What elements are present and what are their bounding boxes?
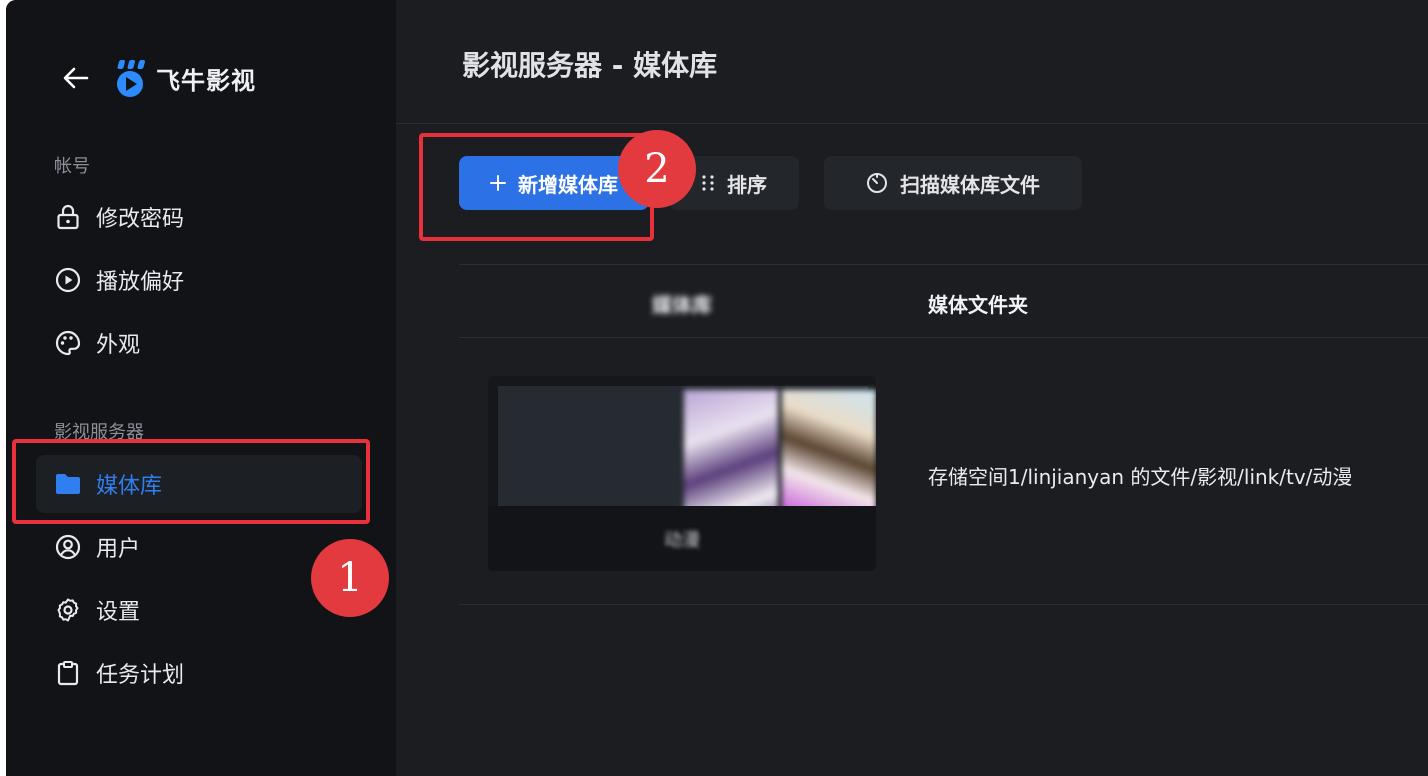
section-label-account: 帐号 xyxy=(54,156,90,177)
feiniu-logo-icon xyxy=(117,60,145,97)
app-name: 飞牛影视 xyxy=(156,66,256,95)
poster-thumbnail xyxy=(782,390,876,516)
media-folder-path: 存储空间1/linjianyan 的文件/影视/link/tv/动漫 xyxy=(928,465,1353,489)
scan-timer-icon xyxy=(866,172,888,194)
back-arrow-icon[interactable] xyxy=(62,64,90,92)
gear-icon xyxy=(54,596,82,624)
page-title: 影视服务器 - 媒体库 xyxy=(462,49,718,82)
sidebar: 飞牛影视 帐号 修改密码 播放偏好 外观 影视服务器 媒体库 用户 设置 任务计… xyxy=(6,0,396,776)
user-circle-icon xyxy=(54,533,82,561)
card-cover-area xyxy=(498,386,876,516)
table-header-divider xyxy=(459,337,1428,338)
poster-thumbnail xyxy=(684,390,778,516)
sidebar-item-playback-preferences[interactable]: 播放偏好 xyxy=(36,251,362,309)
media-library-card[interactable]: 动漫 xyxy=(488,376,876,571)
table-bottom-divider xyxy=(459,604,1428,605)
sidebar-item-label: 任务计划 xyxy=(96,663,185,688)
app-window: 飞牛影视 帐号 修改密码 播放偏好 外观 影视服务器 媒体库 用户 设置 任务计… xyxy=(6,0,1428,776)
sidebar-item-label: 用户 xyxy=(96,537,141,562)
sidebar-item-label: 设置 xyxy=(96,600,141,625)
clipboard-icon xyxy=(54,659,82,687)
scan-media-files-label: 扫描媒体库文件 xyxy=(900,172,1040,197)
annotation-highlight-1 xyxy=(12,439,370,524)
sort-label: 排序 xyxy=(727,172,767,197)
scan-media-files-button[interactable]: 扫描媒体库文件 xyxy=(824,156,1082,210)
sidebar-item-label: 修改密码 xyxy=(96,207,185,232)
annotation-badge-2: 2 xyxy=(618,130,696,208)
brand-header: 飞牛影视 xyxy=(62,58,256,98)
annotation-highlight-2 xyxy=(419,133,654,241)
table-top-divider xyxy=(459,264,1428,265)
sidebar-item-scheduled-tasks[interactable]: 任务计划 xyxy=(36,644,362,702)
column-header-folder: 媒体文件夹 xyxy=(928,293,1028,317)
sidebar-item-label: 外观 xyxy=(96,333,141,358)
media-library-name: 动漫 xyxy=(664,529,700,551)
main-panel: 影视服务器 - 媒体库 新增媒体库 排序 扫描媒体库文件 媒体库 媒体文件夹 动… xyxy=(396,0,1428,776)
sidebar-item-label: 播放偏好 xyxy=(96,270,185,295)
palette-icon xyxy=(54,329,82,357)
column-header-library: 媒体库 xyxy=(652,293,712,317)
drag-handle-icon xyxy=(701,174,715,192)
lock-icon xyxy=(54,203,82,231)
card-title-bar: 动漫 xyxy=(488,506,876,571)
sidebar-item-change-password[interactable]: 修改密码 xyxy=(36,188,362,246)
sidebar-item-appearance[interactable]: 外观 xyxy=(36,314,362,372)
header-divider xyxy=(396,123,1428,124)
app-logo: 飞牛影视 xyxy=(114,58,256,98)
annotation-badge-1: 1 xyxy=(311,539,389,617)
play-circle-icon xyxy=(54,266,82,294)
